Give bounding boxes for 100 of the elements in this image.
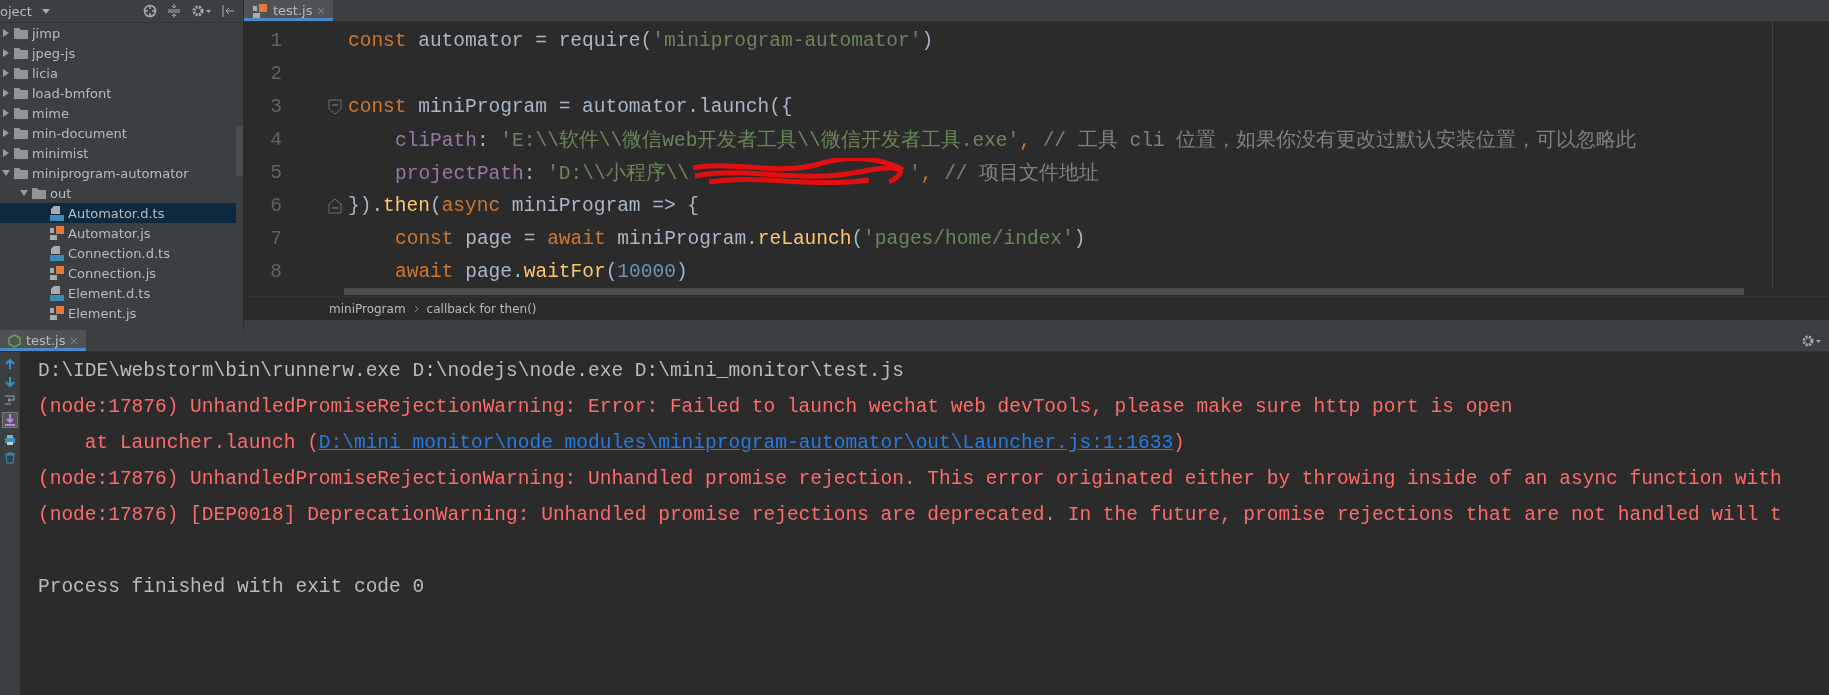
javascript-file-icon <box>49 265 65 281</box>
tree-row[interactable]: jimp <box>0 23 236 43</box>
line-number: 1 <box>269 29 282 52</box>
scroll-to-end-icon[interactable] <box>2 412 18 428</box>
close-icon[interactable] <box>317 6 326 15</box>
console-line: D:\IDE\webstorm\bin\runnerw.exe D:\nodejs\node.exe D:\mini_monitor\test.js <box>38 359 905 384</box>
settings-icon[interactable] <box>1801 333 1821 348</box>
typescript-file-icon <box>49 245 65 261</box>
file-link[interactable]: D:\mini_monitor\node_modules\miniprogram-automator\out\Launcher.js:1:1633 <box>318 432 1174 454</box>
tree-item-label: jpeg-js <box>32 45 76 61</box>
console-line: (node:17876) [DEP0018] DeprecationWarning: Unhandled promise rejections are deprecated. In the future, promise rejections that are not handled will t <box>38 503 1783 528</box>
collapsed-arrow-icon[interactable] <box>1 49 10 57</box>
collapse-all-icon[interactable] <box>167 4 181 18</box>
editor-tab[interactable]: test.js <box>244 0 334 22</box>
line-number: 3 <box>269 95 282 118</box>
tree-row[interactable]: minimist <box>0 143 236 163</box>
tree-row[interactable]: Connection.d.ts <box>0 243 236 263</box>
tree-item-label: jimp <box>32 25 61 41</box>
console-line: Process finished with exit code 0 <box>38 575 426 600</box>
javascript-file-icon <box>49 305 65 321</box>
javascript-file-icon <box>49 225 65 241</box>
tree-item-label: Automator.d.ts <box>68 205 165 221</box>
tree-item-label: Element.js <box>68 305 137 321</box>
tree-item-label: miniprogram-automator <box>32 165 189 181</box>
tree-row[interactable]: out <box>0 183 236 203</box>
scrollbar-thumb[interactable] <box>236 126 243 176</box>
collapsed-arrow-icon[interactable] <box>1 29 10 37</box>
console-line: at Launcher.launch (D:\mini_monitor\node_modules\miniprogram-automator\out\Launcher.js:1:1633) <box>83 431 1186 456</box>
run-tab[interactable]: test.js <box>0 330 87 351</box>
line-number: 5 <box>269 161 282 184</box>
typescript-file-icon <box>49 205 65 221</box>
print-icon[interactable] <box>4 434 16 446</box>
locate-target-icon[interactable] <box>143 4 157 18</box>
tree-row[interactable]: Connection.js <box>0 263 236 283</box>
line-number: 2 <box>269 62 282 85</box>
collapsed-arrow-icon[interactable] <box>1 69 10 77</box>
console-line: (node:17876) UnhandledPromiseRejectionWarning: Unhandled promise rejection. This error originated either by throwing inside of an async function with <box>38 467 1783 492</box>
expanded-arrow-icon[interactable] <box>1 169 10 177</box>
tree-item-label: Automator.js <box>68 225 151 241</box>
up-arrow-icon[interactable] <box>4 358 16 370</box>
fold-marker-icon[interactable] <box>328 197 342 214</box>
line-number: 8 <box>269 260 282 283</box>
tree-item-label: min-document <box>32 125 127 141</box>
folder-icon <box>13 106 29 120</box>
chevron-right-icon <box>413 304 419 313</box>
code-text: const automator = require('miniprogram-automator') <box>348 29 934 52</box>
tree-row[interactable]: Element.d.ts <box>0 283 236 303</box>
tree-row[interactable]: miniprogram-automator <box>0 163 236 183</box>
tree-item-label: Connection.d.ts <box>68 245 170 261</box>
folder-icon <box>13 46 29 60</box>
hide-panel-icon[interactable] <box>221 4 235 18</box>
tree-item-label: out <box>50 185 72 201</box>
tree-item-label: Element.d.ts <box>68 285 151 301</box>
tree-row[interactable]: min-document <box>0 123 236 143</box>
panel-title[interactable]: oject <box>0 3 32 19</box>
tree-row[interactable]: Element.js <box>0 303 236 323</box>
trash-icon[interactable] <box>4 452 16 464</box>
breadcrumb[interactable]: callback for then() <box>426 301 537 316</box>
line-number: 6 <box>269 194 282 217</box>
settings-icon[interactable] <box>191 4 211 18</box>
hexagon-icon <box>8 333 21 348</box>
tree-item-label: Connection.js <box>68 265 157 281</box>
collapsed-arrow-icon[interactable] <box>1 149 10 157</box>
code-text: ', // 项目文件地址 <box>909 161 1100 187</box>
close-icon[interactable] <box>70 336 79 345</box>
typescript-file-icon <box>49 285 65 301</box>
code-text: const page = await miniProgram.reLaunch('pages/home/index') <box>395 227 1086 250</box>
line-number: 7 <box>269 227 282 250</box>
tree-row[interactable]: Automator.d.ts <box>0 203 236 223</box>
code-text: await page.waitFor(10000) <box>395 260 688 283</box>
tree-row[interactable]: jpeg-js <box>0 43 236 63</box>
code-text: }).then(async miniProgram => { <box>348 194 700 217</box>
tree-row[interactable]: load-bmfont <box>0 83 236 103</box>
breadcrumb[interactable]: miniProgram <box>329 301 406 316</box>
fold-marker-icon[interactable] <box>328 98 342 115</box>
console-line: (node:17876) UnhandledPromiseRejectionWarning: Error: Failed to launch wechat web devTools, please make sure http port is open <box>38 395 1514 420</box>
down-arrow-icon[interactable] <box>4 376 16 388</box>
folder-icon <box>31 186 47 200</box>
folder-icon <box>13 126 29 140</box>
code-text: const miniProgram = automator.launch({ <box>348 95 793 118</box>
tree-row[interactable]: licia <box>0 63 236 83</box>
tree-item-label: load-bmfont <box>32 85 112 101</box>
tree-item-label: mime <box>32 105 69 121</box>
folder-icon <box>13 166 29 180</box>
folder-icon <box>13 26 29 40</box>
tree-row[interactable]: mime <box>0 103 236 123</box>
folder-icon <box>13 146 29 160</box>
soft-wrap-icon[interactable] <box>4 394 16 406</box>
dropdown-caret-icon[interactable] <box>41 8 50 14</box>
tree-item-label: licia <box>32 65 58 81</box>
collapsed-arrow-icon[interactable] <box>1 109 10 117</box>
collapsed-arrow-icon[interactable] <box>1 129 10 137</box>
code-text: cliPath: 'E:\\软件\\微信web开发者工具\\微信开发者工具.exe', // 工具 cli 位置，如果你没有更改过默认安装位置，可以忽略此 <box>395 128 1637 154</box>
tree-row[interactable]: Automator.js <box>0 223 236 243</box>
horizontal-scrollbar[interactable] <box>344 288 1744 296</box>
code-text: projectPath: 'D:\\小程序\\ <box>395 161 690 187</box>
expanded-arrow-icon[interactable] <box>19 189 28 197</box>
javascript-file-icon <box>252 2 268 19</box>
collapsed-arrow-icon[interactable] <box>1 89 10 97</box>
folder-icon <box>13 66 29 80</box>
